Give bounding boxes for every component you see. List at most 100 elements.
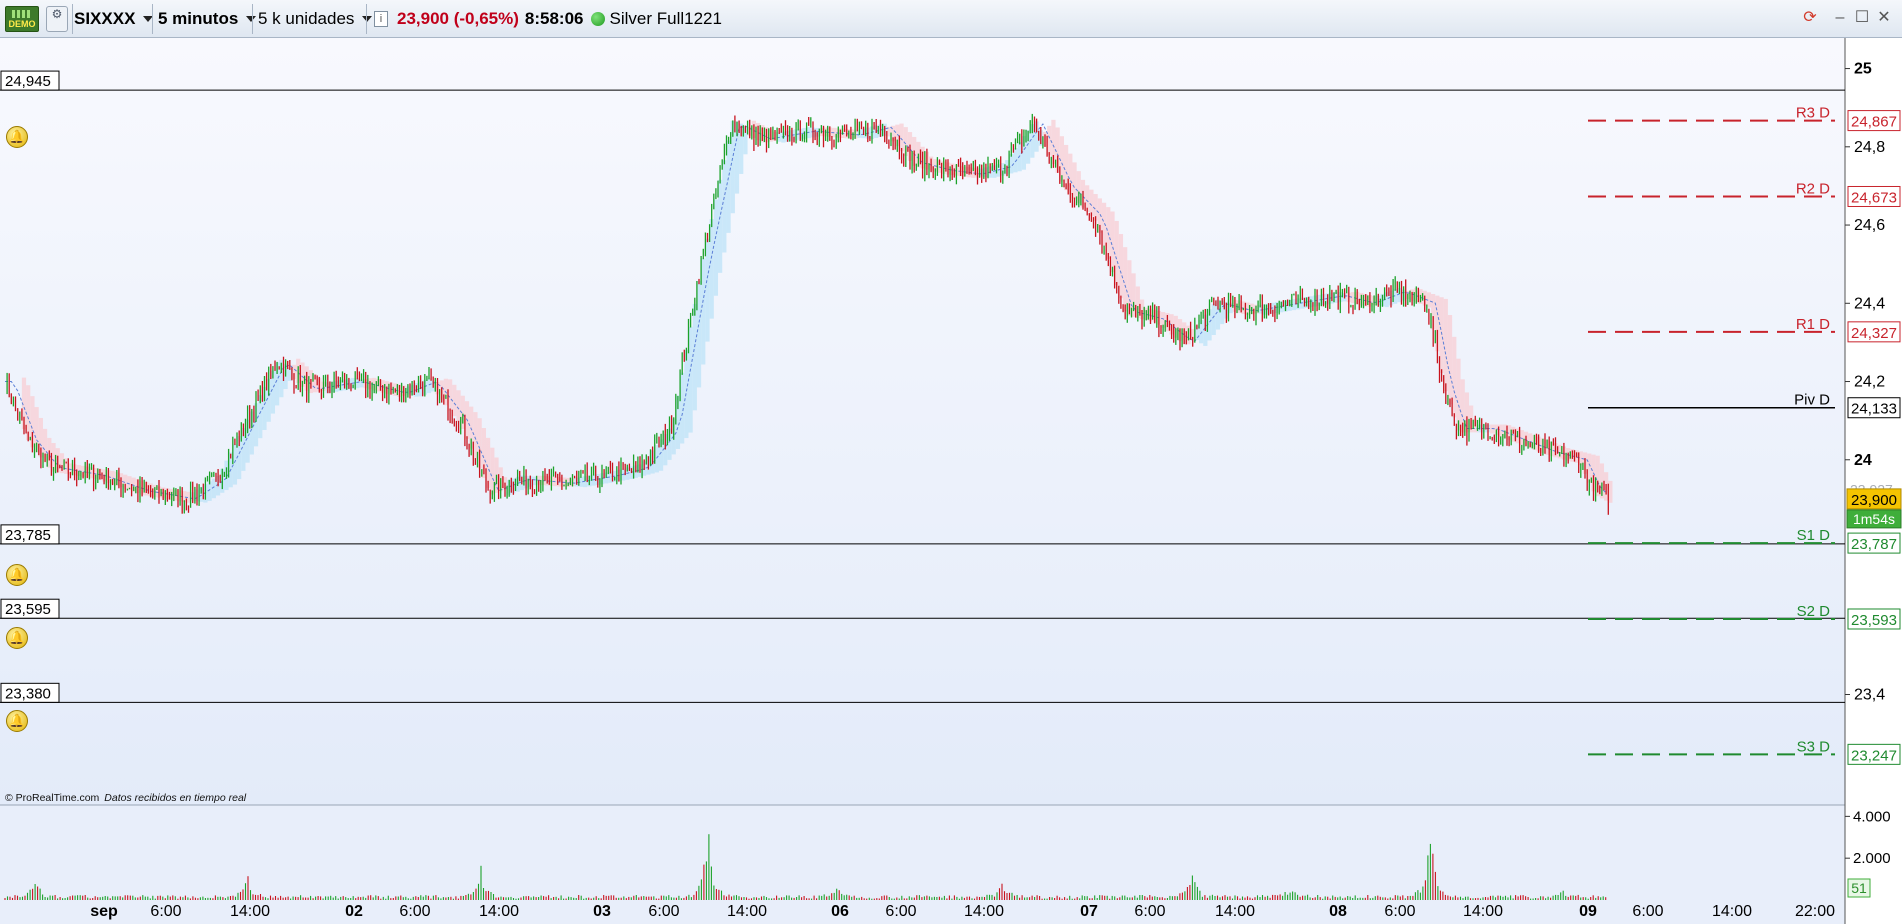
credit-text: © ProRealTime.com Datos recibidos en tiem… bbox=[5, 792, 247, 804]
cloud-segment bbox=[1447, 315, 1453, 405]
clock-time: 8:58:06 bbox=[524, 9, 584, 28]
volume-tick-label: 2.000 bbox=[1853, 850, 1891, 867]
timeframe-selector[interactable]: 5 minutos bbox=[158, 5, 257, 33]
alert-label: 23,595 bbox=[5, 601, 51, 618]
x-tick-label: 6:00 bbox=[648, 903, 679, 920]
cloud-segment bbox=[1118, 234, 1124, 299]
pivot-value: 23,593 bbox=[1851, 612, 1897, 629]
maximize-button[interactable]: ☐ bbox=[1852, 8, 1872, 28]
x-tick-label: 6:00 bbox=[150, 903, 181, 920]
pivot-name: S2 D bbox=[1797, 603, 1831, 620]
cloud-segment bbox=[1456, 358, 1461, 431]
cloud-segment bbox=[696, 281, 702, 388]
connection-status-icon bbox=[590, 12, 605, 26]
instrument-settings-icon[interactable]: ⚙ bbox=[46, 6, 68, 32]
pivot-value: 23,787 bbox=[1851, 536, 1897, 553]
alert-bell-icon[interactable]: 🔔 bbox=[6, 710, 28, 732]
cloud-segment bbox=[473, 412, 478, 459]
toolbar-divider bbox=[252, 4, 253, 34]
toolbar-divider bbox=[366, 4, 367, 34]
x-tick-label: 03 bbox=[593, 903, 611, 920]
instrument-selector[interactable]: SIXXXX bbox=[74, 5, 154, 33]
cloud-segment bbox=[701, 258, 706, 365]
sync-icon[interactable]: ⟳ bbox=[1800, 8, 1820, 28]
alert-bell-icon[interactable]: 🔔 bbox=[6, 126, 28, 148]
volume-tick-label: 4.000 bbox=[1853, 808, 1891, 825]
last-price-label: 23,900 bbox=[1851, 492, 1897, 509]
timeframe-label: 5 minutos bbox=[158, 9, 239, 28]
x-tick-label: 14:00 bbox=[1463, 903, 1503, 920]
alert-bell-icon[interactable]: 🔔 bbox=[6, 627, 28, 649]
units-label: 5 k unidades bbox=[258, 9, 355, 28]
x-tick-label: 02 bbox=[345, 903, 363, 920]
close-button[interactable]: ✕ bbox=[1874, 8, 1894, 28]
instrument-label: SIXXXX bbox=[74, 9, 136, 28]
pivot-name: R3 D bbox=[1796, 105, 1830, 122]
account-name: Silver Full1221 bbox=[609, 9, 722, 28]
cloud-segment bbox=[899, 123, 904, 152]
volume-panel-background bbox=[0, 805, 1845, 924]
units-selector[interactable]: 5 k unidades bbox=[258, 5, 373, 33]
info-icon[interactable]: i bbox=[374, 11, 388, 27]
alert-label: 23,785 bbox=[5, 527, 51, 544]
x-tick-label: 07 bbox=[1080, 903, 1098, 920]
x-tick-label: 08 bbox=[1329, 903, 1347, 920]
y-tick-label: 23,4 bbox=[1854, 686, 1885, 703]
cloud-segment bbox=[1089, 189, 1094, 217]
y-tick-label: 24 bbox=[1854, 452, 1872, 469]
toolbar-divider bbox=[72, 4, 73, 34]
cloud-segment bbox=[1009, 154, 1014, 174]
cloud-segment bbox=[718, 179, 723, 273]
cloud-segment bbox=[722, 160, 727, 253]
volume-last-label: 51 bbox=[1851, 880, 1867, 896]
x-tick-label: 6:00 bbox=[1384, 903, 1415, 920]
pivot-value: 24,867 bbox=[1851, 114, 1897, 131]
x-tick-label: 6:00 bbox=[1632, 903, 1663, 920]
y-tick-label: 25 bbox=[1854, 61, 1872, 78]
x-tick-label: 14:00 bbox=[1215, 903, 1255, 920]
x-tick-label: 6:00 bbox=[399, 903, 430, 920]
x-tick-label: 14:00 bbox=[479, 903, 519, 920]
minimize-button[interactable]: – bbox=[1830, 8, 1850, 28]
y-tick-label: 24,4 bbox=[1854, 295, 1885, 312]
y-tick-label: 24,8 bbox=[1854, 139, 1885, 156]
toolbar: DEMO ⚙ SIXXXX 5 minutos 5 k unidades i 2… bbox=[0, 0, 1902, 38]
cloud-segment bbox=[1114, 220, 1119, 286]
pivot-name: S1 D bbox=[1797, 527, 1831, 544]
pivot-value: 24,327 bbox=[1851, 325, 1897, 342]
cloud-segment bbox=[1072, 162, 1077, 199]
demo-logo: DEMO bbox=[5, 6, 39, 32]
chevron-down-icon bbox=[362, 16, 373, 22]
alert-bell-icon[interactable]: 🔔 bbox=[6, 564, 28, 586]
cloud-segment bbox=[692, 303, 697, 411]
alert-label: 23,380 bbox=[5, 685, 51, 702]
x-tick-label: sep bbox=[90, 903, 118, 920]
cloud-segment bbox=[1211, 303, 1216, 335]
price-chart[interactable]: 24,945 23,785 23,595 23,380 R3 D 24,867 R2 D 2… bbox=[0, 38, 1902, 924]
pivot-value: 23,247 bbox=[1851, 747, 1897, 764]
x-tick-label: 14:00 bbox=[230, 903, 270, 920]
price-change: 23,900 (-0,65%) bbox=[397, 9, 519, 28]
x-tick-label: 06 bbox=[831, 903, 849, 920]
pivot-value: 24,133 bbox=[1851, 401, 1897, 418]
cloud-segment bbox=[654, 444, 659, 473]
y-tick-label: 24,6 bbox=[1854, 217, 1885, 234]
cloud-segment bbox=[1452, 336, 1457, 418]
cloud-segment bbox=[232, 444, 238, 485]
pivot-name: R2 D bbox=[1796, 180, 1830, 197]
toolbar-divider bbox=[152, 4, 153, 34]
x-tick-label: 09 bbox=[1579, 903, 1597, 920]
alert-label: 24,945 bbox=[5, 73, 51, 90]
pivot-name: S3 D bbox=[1797, 738, 1831, 755]
y-tick-label: 24,2 bbox=[1854, 374, 1885, 391]
pivot-name: R1 D bbox=[1796, 316, 1830, 333]
cloud-segment bbox=[1123, 247, 1128, 312]
x-tick-label: 22:00 bbox=[1795, 903, 1835, 920]
x-tick-label: 14:00 bbox=[727, 903, 767, 920]
x-tick-label: 14:00 bbox=[964, 903, 1004, 920]
cloud-segment bbox=[713, 199, 719, 296]
bar-timer-label: 1m54s bbox=[1853, 511, 1895, 527]
x-tick-label: 14:00 bbox=[1712, 903, 1752, 920]
x-tick-label: 6:00 bbox=[1134, 903, 1165, 920]
pivot-name: Piv D bbox=[1794, 392, 1830, 409]
